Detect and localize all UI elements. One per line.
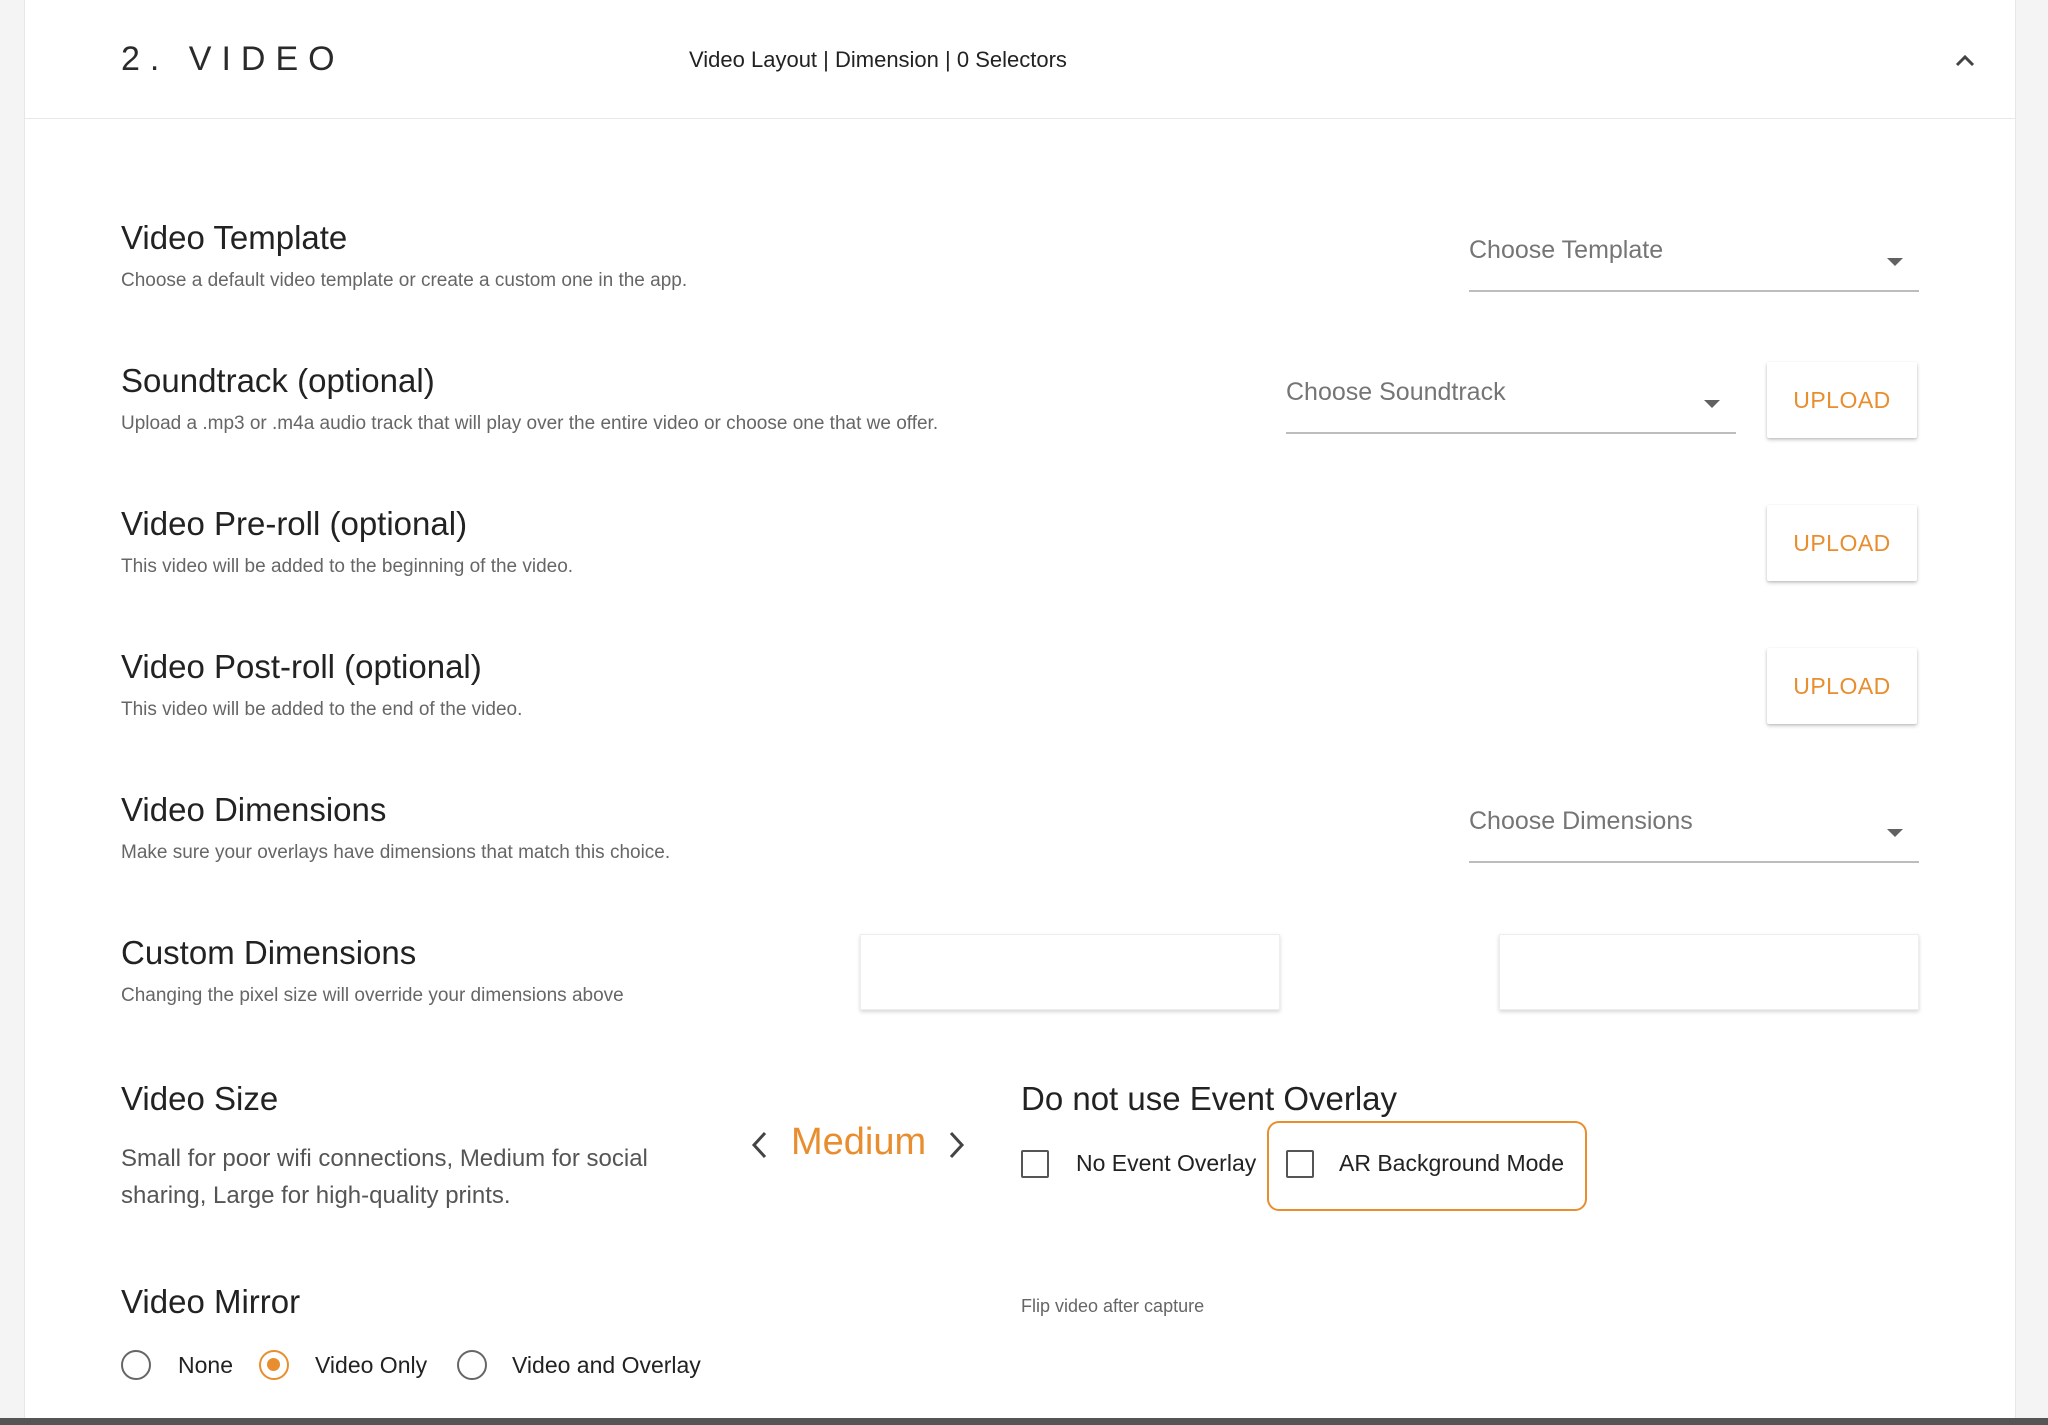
- mirror-radio-video-and-overlay[interactable]: [457, 1350, 487, 1380]
- size-desc: Small for poor wifi connections, Medium …: [121, 1145, 648, 1209]
- dimensions-desc: Make sure your overlays have dimensions …: [121, 842, 671, 863]
- mirror-radio-none-label[interactable]: None: [178, 1352, 233, 1379]
- dimensions-select[interactable]: Choose Dimensions: [1469, 799, 1919, 863]
- no-event-overlay-label[interactable]: No Event Overlay: [1076, 1150, 1256, 1177]
- dimensions-select-placeholder: Choose Dimensions: [1469, 807, 1693, 835]
- preroll-title: Video Pre-roll (optional): [121, 505, 468, 542]
- soundtrack-upload-button[interactable]: UPLOAD: [1767, 362, 1917, 438]
- mirror-radio-video-only-label[interactable]: Video Only: [315, 1352, 427, 1379]
- postroll-upload-button[interactable]: UPLOAD: [1767, 648, 1917, 724]
- size-value: Medium: [791, 1121, 927, 1163]
- section-title: 2. VIDEO: [121, 40, 345, 78]
- custom-height-input[interactable]: [1500, 935, 1918, 1009]
- template-title: Video Template: [121, 219, 348, 256]
- bottom-bar: [0, 1418, 2048, 1425]
- caret-down-icon: [1887, 258, 1903, 266]
- mirror-radio-video-only[interactable]: [259, 1350, 289, 1380]
- section-summary: Video Layout | Dimension | 0 Selectors: [689, 47, 1067, 72]
- section-header[interactable]: 2. VIDEO Video Layout | Dimension | 0 Se…: [25, 0, 2015, 119]
- preroll-upload-button[interactable]: UPLOAD: [1767, 505, 1917, 581]
- size-title: Video Size: [121, 1080, 279, 1117]
- overlay-title: Do not use Event Overlay: [1021, 1080, 1398, 1117]
- ar-background-checkbox[interactable]: [1286, 1150, 1314, 1178]
- mirror-desc: Flip video after capture: [1021, 1296, 1205, 1316]
- soundtrack-desc: Upload a .mp3 or .m4a audio track that w…: [121, 413, 939, 434]
- mirror-title: Video Mirror: [121, 1283, 301, 1320]
- caret-down-icon: [1704, 400, 1720, 408]
- template-select-placeholder: Choose Template: [1469, 236, 1664, 264]
- custom-dimensions-desc: Changing the pixel size will override yo…: [121, 985, 624, 1006]
- mirror-radio-none[interactable]: [121, 1350, 151, 1380]
- postroll-desc: This video will be added to the end of t…: [121, 699, 523, 720]
- dimensions-title: Video Dimensions: [121, 791, 387, 828]
- template-select[interactable]: Choose Template: [1469, 228, 1919, 292]
- chevron-up-icon[interactable]: [1947, 42, 1983, 78]
- soundtrack-select[interactable]: Choose Soundtrack: [1286, 370, 1736, 434]
- video-settings-panel: 2. VIDEO Video Layout | Dimension | 0 Se…: [24, 0, 2016, 1425]
- template-desc: Choose a default video template or creat…: [121, 270, 688, 291]
- custom-width-field[interactable]: [860, 934, 1280, 1010]
- caret-down-icon: [1887, 829, 1903, 837]
- preroll-desc: This video will be added to the beginnin…: [121, 556, 574, 577]
- no-event-overlay-checkbox[interactable]: [1021, 1150, 1049, 1178]
- mirror-radio-video-and-overlay-label[interactable]: Video and Overlay: [512, 1352, 701, 1379]
- custom-dimensions-title: Custom Dimensions: [121, 934, 417, 971]
- ar-background-label[interactable]: AR Background Mode: [1339, 1150, 1564, 1177]
- custom-height-field[interactable]: [1499, 934, 1919, 1010]
- chevron-right-icon[interactable]: [943, 1128, 969, 1167]
- custom-width-input[interactable]: [861, 935, 1279, 1009]
- soundtrack-select-placeholder: Choose Soundtrack: [1286, 378, 1506, 406]
- soundtrack-title: Soundtrack (optional): [121, 362, 435, 399]
- postroll-title: Video Post-roll (optional): [121, 648, 482, 685]
- chevron-left-icon[interactable]: [747, 1128, 773, 1167]
